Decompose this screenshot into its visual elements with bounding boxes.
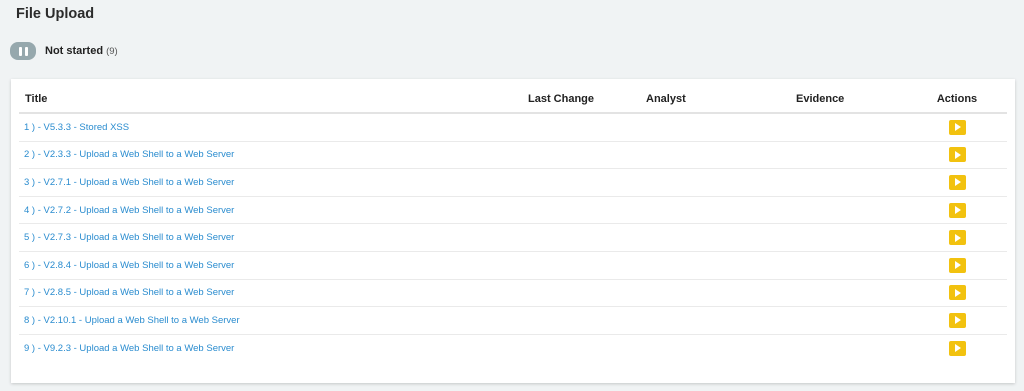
- table-row: 1 ) - V5.3.3 - Stored XSS: [19, 113, 1007, 142]
- column-header-last-change[interactable]: Last Change: [522, 86, 640, 114]
- evidence-cell: [790, 223, 907, 252]
- last-change-cell: [522, 196, 640, 225]
- table-row: 7 ) - V2.8.5 - Upload a Web Shell to a W…: [19, 279, 1007, 308]
- task-title-cell: 7 ) - V2.8.5 - Upload a Web Shell to a W…: [19, 279, 522, 308]
- actions-cell: [907, 223, 1007, 252]
- table-header-row: Title Last Change Analyst Evidence Actio…: [19, 86, 1007, 114]
- task-title-cell: 1 ) - V5.3.3 - Stored XSS: [19, 113, 522, 142]
- task-title-link[interactable]: 6 ) - V2.8.4 - Upload a Web Shell to a W…: [24, 260, 234, 271]
- analyst-cell: [640, 306, 790, 335]
- evidence-cell: [790, 196, 907, 225]
- start-task-button[interactable]: [948, 230, 966, 246]
- task-title-link[interactable]: 8 ) - V2.10.1 - Upload a Web Shell to a …: [24, 315, 240, 326]
- task-title-cell: 4 ) - V2.7.2 - Upload a Web Shell to a W…: [19, 196, 522, 225]
- actions-cell: [907, 141, 1007, 170]
- actions-cell: [907, 279, 1007, 308]
- table-row: 4 ) - V2.7.2 - Upload a Web Shell to a W…: [19, 196, 1007, 225]
- last-change-cell: [522, 279, 640, 308]
- task-title-cell: 9 ) - V9.2.3 - Upload a Web Shell to a W…: [19, 334, 522, 361]
- start-task-button[interactable]: [948, 257, 966, 273]
- table-row: 2 ) - V2.3.3 - Upload a Web Shell to a W…: [19, 141, 1007, 170]
- last-change-cell: [522, 334, 640, 361]
- column-header-title[interactable]: Title: [19, 86, 522, 114]
- analyst-cell: [640, 113, 790, 142]
- start-task-button[interactable]: [948, 174, 966, 190]
- evidence-cell: [790, 168, 907, 197]
- task-table: Title Last Change Analyst Evidence Actio…: [19, 86, 1007, 361]
- analyst-cell: [640, 279, 790, 308]
- last-change-cell: [522, 141, 640, 170]
- start-task-button[interactable]: [948, 147, 966, 163]
- analyst-cell: [640, 168, 790, 197]
- evidence-cell: [790, 141, 907, 170]
- task-title-link[interactable]: 5 ) - V2.7.3 - Upload a Web Shell to a W…: [24, 232, 234, 243]
- play-icon: [955, 344, 961, 353]
- play-icon: [955, 123, 961, 132]
- task-title-link[interactable]: 3 ) - V2.7.1 - Upload a Web Shell to a W…: [24, 177, 234, 188]
- task-title-cell: 2 ) - V2.3.3 - Upload a Web Shell to a W…: [19, 141, 522, 170]
- evidence-cell: [790, 113, 907, 142]
- evidence-cell: [790, 251, 907, 280]
- play-icon: [955, 261, 961, 270]
- play-icon: [955, 316, 961, 325]
- task-title-cell: 3 ) - V2.7.1 - Upload a Web Shell to a W…: [19, 168, 522, 197]
- last-change-cell: [522, 251, 640, 280]
- analyst-cell: [640, 251, 790, 280]
- play-icon: [955, 206, 961, 215]
- status-label: Not started: [45, 45, 104, 57]
- status-toggle-button[interactable]: [10, 42, 36, 60]
- analyst-cell: [640, 334, 790, 361]
- actions-cell: [907, 168, 1007, 197]
- last-change-cell: [522, 168, 640, 197]
- start-task-button[interactable]: [948, 340, 966, 356]
- table-row: 8 ) - V2.10.1 - Upload a Web Shell to a …: [19, 306, 1007, 335]
- pause-icon: [18, 46, 22, 56]
- actions-cell: [907, 251, 1007, 280]
- table-row: 3 ) - V2.7.1 - Upload a Web Shell to a W…: [19, 168, 1007, 197]
- analyst-cell: [640, 141, 790, 170]
- task-title-link[interactable]: 2 ) - V2.3.3 - Upload a Web Shell to a W…: [24, 149, 234, 160]
- play-icon: [955, 288, 961, 297]
- start-task-button[interactable]: [948, 202, 966, 218]
- evidence-cell: [790, 334, 907, 361]
- task-title-link[interactable]: 9 ) - V9.2.3 - Upload a Web Shell to a W…: [24, 343, 234, 354]
- last-change-cell: [522, 223, 640, 252]
- last-change-cell: [522, 306, 640, 335]
- actions-cell: [907, 113, 1007, 142]
- task-title-link[interactable]: 1 ) - V5.3.3 - Stored XSS: [24, 122, 129, 133]
- task-title-link[interactable]: 7 ) - V2.8.5 - Upload a Web Shell to a W…: [24, 287, 234, 298]
- last-change-cell: [522, 113, 640, 142]
- evidence-cell: [790, 306, 907, 335]
- task-title-cell: 6 ) - V2.8.4 - Upload a Web Shell to a W…: [19, 251, 522, 280]
- start-task-button[interactable]: [948, 312, 966, 328]
- column-header-analyst[interactable]: Analyst: [640, 86, 790, 114]
- page-title: File Upload: [16, 6, 95, 22]
- play-icon: [955, 233, 961, 242]
- actions-cell: [907, 306, 1007, 335]
- actions-cell: [907, 334, 1007, 361]
- column-header-actions: Actions: [907, 86, 1007, 114]
- start-task-button[interactable]: [948, 119, 966, 135]
- evidence-cell: [790, 279, 907, 308]
- table-row: 5 ) - V2.7.3 - Upload a Web Shell to a W…: [19, 223, 1007, 252]
- table-row: 6 ) - V2.8.4 - Upload a Web Shell to a W…: [19, 251, 1007, 280]
- start-task-button[interactable]: [948, 285, 966, 301]
- status-row: Not started (9): [10, 41, 118, 61]
- task-table-card: Title Last Change Analyst Evidence Actio…: [11, 79, 1015, 383]
- analyst-cell: [640, 223, 790, 252]
- table-row: 9 ) - V9.2.3 - Upload a Web Shell to a W…: [19, 334, 1007, 361]
- play-icon: [955, 150, 961, 159]
- play-icon: [955, 178, 961, 187]
- task-title-cell: 8 ) - V2.10.1 - Upload a Web Shell to a …: [19, 306, 522, 335]
- status-count: (9): [106, 45, 118, 57]
- column-header-evidence[interactable]: Evidence: [790, 86, 907, 114]
- actions-cell: [907, 196, 1007, 225]
- analyst-cell: [640, 196, 790, 225]
- task-title-cell: 5 ) - V2.7.3 - Upload a Web Shell to a W…: [19, 223, 522, 252]
- task-title-link[interactable]: 4 ) - V2.7.2 - Upload a Web Shell to a W…: [24, 205, 234, 216]
